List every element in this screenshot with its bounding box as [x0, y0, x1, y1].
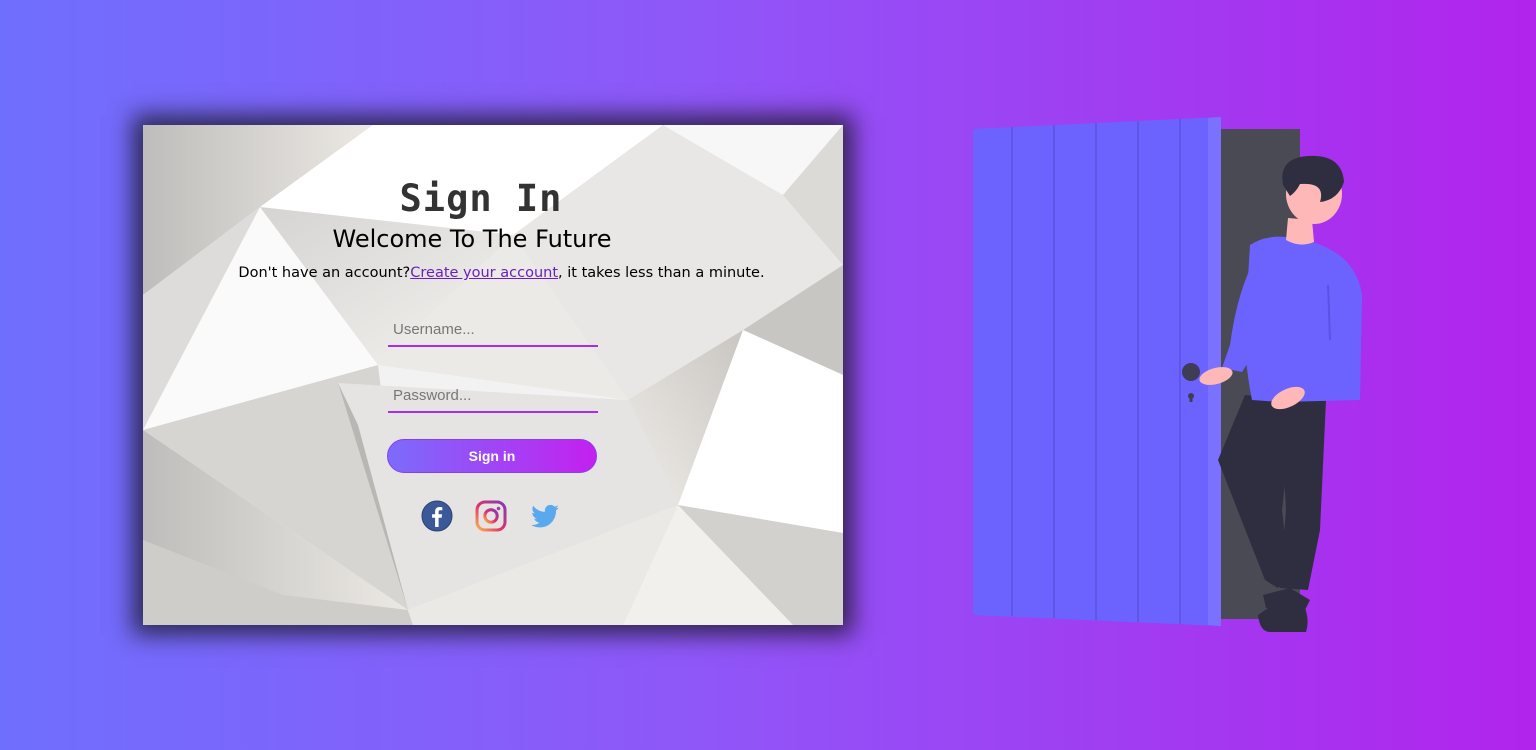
twitter-icon[interactable]: [529, 500, 561, 532]
login-form: Sign In Welcome To The Future Don't have…: [143, 125, 843, 625]
social-login-links: [421, 500, 571, 534]
doorknob: [1182, 363, 1200, 381]
door-illustration: [973, 117, 1362, 632]
login-card: Sign In Welcome To The Future Don't have…: [143, 125, 843, 625]
signup-prompt: Don't have an account?Create your accoun…: [143, 265, 843, 281]
username-input[interactable]: [388, 313, 598, 347]
welcome-subtitle: Welcome To The Future: [332, 225, 612, 253]
signup-suffix-text: , it takes less than a minute.: [558, 265, 765, 281]
facebook-icon[interactable]: [421, 500, 453, 532]
password-input[interactable]: [388, 379, 598, 413]
instagram-icon[interactable]: [475, 500, 507, 532]
create-account-link[interactable]: Create your account: [410, 265, 558, 281]
sign-in-button[interactable]: Sign in: [387, 439, 597, 473]
signup-prefix-text: Don't have an account?: [238, 265, 411, 281]
page-title: Sign In: [399, 177, 563, 220]
